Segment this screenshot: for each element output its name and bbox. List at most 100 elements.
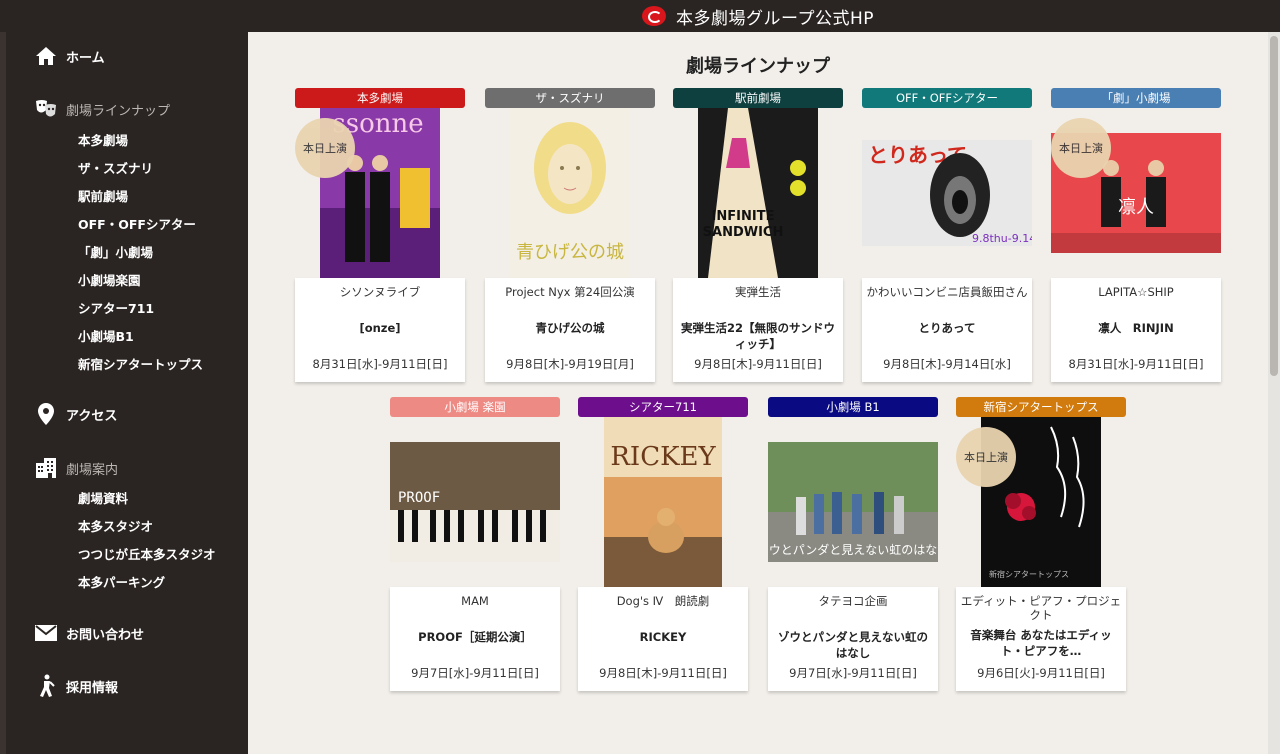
svg-text:新宿シアタートップス: 新宿シアタートップス [989, 569, 1069, 579]
person-icon [34, 674, 58, 698]
sidebar-item-ekimae[interactable]: 駅前劇場 [78, 186, 128, 205]
nav-lineup[interactable]: 劇場ラインナップ [34, 97, 170, 121]
svg-text:青ひげ公の城: 青ひげ公の城 [516, 242, 624, 263]
troupe-name: Dog's Ⅳ 朗読劇 [616, 594, 710, 608]
svg-text:SANDWICH: SANDWICH [703, 225, 784, 240]
show-card[interactable]: 駅前劇場 INFINITE SANDWICH 実弾生活 実弾生活22【無限のサン… [673, 88, 843, 382]
nav-access-label: アクセス [66, 408, 118, 424]
show-title: 青ひげ公の城 [535, 321, 605, 335]
sidebar: ホーム 劇場ラインナップ 本多劇場 ザ・スズナリ 駅前劇場 OFF・OFFシアタ… [6, 32, 248, 754]
top-bar: 本多劇場グループ公式HP [0, 0, 1280, 32]
show-card[interactable]: 新宿シアタートップス 新宿シアタートップス 本日上演 エディット・ピアフ・プロジ… [956, 397, 1126, 691]
main-content: 劇場ラインナップ 本多劇場 ssonne 本日上演 シソンヌライブ [onze]… [248, 32, 1268, 754]
show-info[interactable]: LAPITA☆SHIP 凛人 RINJIN 8月31日[水]-9月11日[日] [1051, 278, 1221, 382]
nav-home-label: ホーム [66, 50, 105, 66]
troupe-name: MAM [461, 594, 489, 608]
show-card[interactable]: 「劇」小劇場 凛人 本日上演 LAPITA☆SHIP 凛人 RINJIN 8月3… [1051, 88, 1221, 382]
svg-text:PROOF: PROOF [398, 490, 440, 506]
show-info[interactable]: Dog's Ⅳ 朗読劇 RICKEY 9月8日[木]-9月11日[日] [578, 587, 748, 691]
site-brand[interactable]: 本多劇場グループ公式HP [642, 3, 874, 29]
today-badge: 本日上演 [1051, 118, 1111, 178]
show-card[interactable]: ザ・スズナリ 青ひげ公の城 Project Nyx 第24回公演 青ひげ公の城 … [485, 88, 655, 382]
today-badge: 本日上演 [295, 118, 355, 178]
nav-guide[interactable]: 劇場案内 [34, 456, 118, 480]
show-poster[interactable]: ゾウとパンダと見えない虹のはなし [768, 417, 938, 587]
today-badge: 本日上演 [956, 427, 1016, 487]
sidebar-item-b1[interactable]: 小劇場B1 [78, 326, 134, 345]
show-poster[interactable]: RICKEY [578, 417, 748, 587]
theater-tag: 小劇場 楽園 [390, 397, 560, 417]
sidebar-item-tsutsujigaoka[interactable]: つつじが丘本多スタジオ [78, 544, 216, 563]
sidebar-item-honda[interactable]: 本多劇場 [78, 130, 128, 149]
sidebar-item-parking[interactable]: 本多パーキング [78, 572, 165, 591]
show-date: 8月31日[水]-9月11日[日] [1068, 357, 1204, 371]
nav-contact-label: お問い合わせ [66, 627, 145, 643]
show-info[interactable]: シソンヌライブ [onze] 8月31日[水]-9月11日[日] [295, 278, 465, 382]
show-poster[interactable]: PROOF [390, 417, 560, 587]
show-card[interactable]: 小劇場 楽園 PROOF MAM PROOF［延期公演］ 9月7日[水]-9月1… [390, 397, 560, 691]
show-card[interactable]: 小劇場 B1 ゾウとパンダと見えない虹のはなし タテヨコ企画 ゾウとパンダと見え… [768, 397, 938, 691]
show-date: 9月7日[水]-9月11日[日] [789, 666, 917, 680]
sidebar-item-suzunari[interactable]: ザ・スズナリ [78, 158, 153, 177]
nav-access[interactable]: アクセス [34, 402, 117, 426]
honda-theater-logo-icon [642, 6, 666, 26]
sidebar-item-tops[interactable]: 新宿シアタートップス [78, 354, 203, 373]
show-title: 凛人 RINJIN [1098, 321, 1174, 335]
mail-icon [34, 621, 58, 645]
show-poster[interactable]: 新宿シアタートップス 本日上演 [956, 417, 1126, 587]
show-poster[interactable]: INFINITE SANDWICH [673, 108, 843, 278]
map-pin-icon [34, 402, 58, 426]
site-title: 本多劇場グループ公式HP [676, 8, 875, 29]
troupe-name: LAPITA☆SHIP [1098, 285, 1174, 299]
show-card[interactable]: シアター711 RICKEY Dog's Ⅳ 朗読劇 RICKEY 9月8日[木… [578, 397, 748, 691]
troupe-name: Project Nyx 第24回公演 [505, 285, 635, 299]
troupe-name: エディット・ピアフ・プロジェクト [960, 594, 1122, 622]
nav-guide-label: 劇場案内 [66, 462, 119, 478]
nav-contact[interactable]: お問い合わせ [34, 621, 144, 645]
svg-text:ゾウとパンダと見えない虹のはなし: ゾウとパンダと見えない虹のはなし [768, 542, 938, 557]
show-poster[interactable]: 青ひげ公の城 [485, 108, 655, 278]
theater-tag: 本多劇場 [295, 88, 465, 108]
show-poster[interactable]: 凛人 本日上演 [1051, 108, 1221, 278]
theater-tag: シアター711 [578, 397, 748, 417]
show-info[interactable]: Project Nyx 第24回公演 青ひげ公の城 9月8日[木]-9月19日[… [485, 278, 655, 382]
show-title: RICKEY [639, 630, 687, 644]
show-card[interactable]: 本多劇場 ssonne 本日上演 シソンヌライブ [onze] 8月31日[水]… [295, 88, 465, 382]
sidebar-item-offoff[interactable]: OFF・OFFシアター [78, 214, 196, 233]
show-date: 9月8日[木]-9月14日[水] [883, 357, 1011, 371]
show-poster[interactable]: ssonne 本日上演 [295, 108, 465, 278]
sidebar-item-docs[interactable]: 劇場資料 [78, 488, 128, 507]
troupe-name: かわいいコンビニ店員飯田さん [866, 285, 1028, 299]
theater-masks-icon [34, 97, 58, 121]
show-poster[interactable]: とりあって 9.8thu-9.14wed [862, 108, 1032, 278]
show-title: 実弾生活22【無限のサンドウィッチ】 [680, 321, 835, 351]
sidebar-item-rakuen[interactable]: 小劇場楽園 [78, 270, 141, 289]
show-info[interactable]: 実弾生活 実弾生活22【無限のサンドウィッチ】 9月8日[木]-9月11日[日] [673, 278, 843, 382]
nav-recruit[interactable]: 採用情報 [34, 674, 118, 698]
svg-text:9.8thu-9.14wed: 9.8thu-9.14wed [972, 232, 1032, 245]
sidebar-item-711[interactable]: シアター711 [78, 298, 154, 317]
show-info[interactable]: MAM PROOF［延期公演］ 9月7日[水]-9月11日[日] [390, 587, 560, 691]
nav-lineup-label: 劇場ラインナップ [66, 103, 171, 119]
show-date: 9月8日[木]-9月19日[月] [506, 357, 634, 371]
show-title: 音楽舞台 あなたはエディット・ピアフを… [970, 628, 1112, 658]
nav-home[interactable]: ホーム [34, 44, 105, 68]
theater-tag: OFF・OFFシアター [862, 88, 1032, 108]
sidebar-item-geki[interactable]: 「劇」小劇場 [78, 242, 153, 261]
show-title: PROOF［延期公演］ [418, 630, 532, 644]
svg-text:INFINITE: INFINITE [712, 209, 775, 224]
sidebar-item-studio[interactable]: 本多スタジオ [78, 516, 153, 535]
show-card[interactable]: OFF・OFFシアター とりあって 9.8thu-9.14wed かわいいコンビ… [862, 88, 1032, 382]
theater-tag: ザ・スズナリ [485, 88, 655, 108]
scrollbar-thumb[interactable] [1270, 36, 1278, 376]
theater-tag: 「劇」小劇場 [1051, 88, 1221, 108]
show-date: 9月6日[火]-9月11日[日] [977, 666, 1105, 680]
show-info[interactable]: かわいいコンビニ店員飯田さん とりあって 9月8日[木]-9月14日[水] [862, 278, 1032, 382]
troupe-name: タテヨコ企画 [818, 594, 888, 608]
section-title: 劇場ラインナップ [686, 56, 830, 77]
show-info[interactable]: エディット・ピアフ・プロジェクト 音楽舞台 あなたはエディット・ピアフを… 9月… [956, 587, 1126, 691]
show-date: 9月7日[水]-9月11日[日] [411, 666, 539, 680]
show-info[interactable]: タテヨコ企画 ゾウとパンダと見えない虹のはなし 9月7日[水]-9月11日[日] [768, 587, 938, 691]
scrollbar[interactable] [1268, 32, 1280, 754]
troupe-name: シソンヌライブ [339, 285, 421, 299]
